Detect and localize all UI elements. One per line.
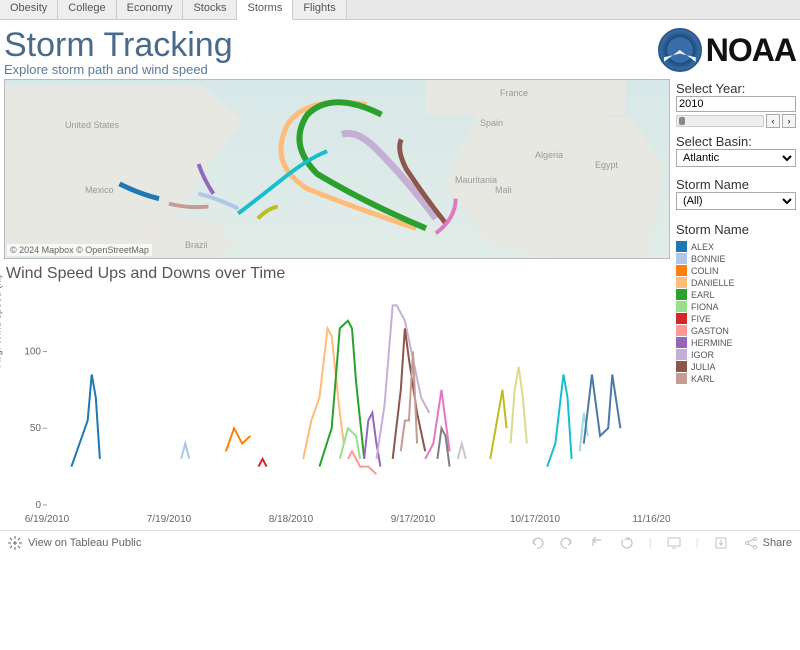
- controls-panel: Select Year: ‹ › Select Basin: Atlantic …: [676, 79, 796, 530]
- legend-label: DANIELLE: [691, 278, 735, 288]
- legend-item[interactable]: GASTON: [676, 325, 796, 336]
- wind-speed-chart[interactable]: Avg. Wind speed (kt) 0501006/19/20107/19…: [4, 285, 670, 530]
- header: Storm Tracking Explore storm path and wi…: [0, 20, 800, 79]
- svg-text:50: 50: [30, 423, 42, 434]
- page-subtitle: Explore storm path and wind speed: [4, 62, 233, 77]
- legend-item[interactable]: EARL: [676, 289, 796, 300]
- tab-storms[interactable]: Storms: [237, 0, 293, 20]
- year-label: Select Year:: [676, 81, 796, 96]
- tab-bar: ObesityCollegeEconomyStocksStormsFlights: [0, 0, 800, 20]
- share-button[interactable]: Share: [743, 536, 792, 550]
- legend-swatch: [676, 325, 687, 336]
- refresh-icon[interactable]: [619, 536, 635, 550]
- storm-map[interactable]: United States Mexico Brazil France Spain…: [4, 79, 670, 259]
- legend-swatch: [676, 301, 687, 312]
- legend-swatch: [676, 265, 687, 276]
- legend-label: ALEX: [691, 242, 714, 252]
- svg-text:100: 100: [24, 346, 41, 357]
- legend-swatch: [676, 361, 687, 372]
- legend-label: HERMINE: [691, 338, 733, 348]
- undo-icon[interactable]: [529, 536, 545, 550]
- tab-flights[interactable]: Flights: [293, 0, 346, 19]
- basin-label: Select Basin:: [676, 134, 796, 149]
- legend-label: EARL: [691, 290, 715, 300]
- map-attribution: © 2024 Mapbox © OpenStreetMap: [7, 244, 152, 256]
- legend-item[interactable]: KARL: [676, 373, 796, 384]
- legend-label: JULIA: [691, 362, 716, 372]
- legend-label: COLIN: [691, 266, 719, 276]
- year-slider[interactable]: [676, 115, 764, 127]
- legend-swatch: [676, 253, 687, 264]
- page-title: Storm Tracking: [4, 28, 233, 62]
- tab-stocks[interactable]: Stocks: [183, 0, 237, 19]
- legend-label: FIVE: [691, 314, 711, 324]
- year-prev-button[interactable]: ‹: [766, 114, 780, 128]
- tab-economy[interactable]: Economy: [117, 0, 184, 19]
- year-next-button[interactable]: ›: [782, 114, 796, 128]
- svg-text:9/17/2010: 9/17/2010: [391, 514, 436, 525]
- revert-icon[interactable]: [589, 536, 605, 550]
- legend-item[interactable]: FIVE: [676, 313, 796, 324]
- storm-name-select[interactable]: (All): [676, 192, 796, 210]
- noaa-logo: NOAA: [658, 28, 796, 72]
- y-axis-label: Avg. Wind speed (kt): [0, 274, 4, 367]
- svg-text:10/17/2010: 10/17/2010: [510, 514, 560, 525]
- legend-label: BONNIE: [691, 254, 726, 264]
- chart-title: Wind Speed Ups and Downs over Time: [6, 265, 670, 283]
- legend-item[interactable]: BONNIE: [676, 253, 796, 264]
- device-icon[interactable]: [666, 536, 682, 550]
- legend-item[interactable]: IGOR: [676, 349, 796, 360]
- legend-swatch: [676, 241, 687, 252]
- svg-text:0: 0: [35, 500, 41, 511]
- share-icon: [743, 536, 759, 550]
- basin-select[interactable]: Atlantic: [676, 149, 796, 167]
- legend-label: IGOR: [691, 350, 714, 360]
- tab-college[interactable]: College: [58, 0, 116, 19]
- legend-title: Storm Name: [676, 222, 796, 237]
- legend-label: KARL: [691, 374, 715, 384]
- legend-item[interactable]: ALEX: [676, 241, 796, 252]
- svg-text:11/16/2010: 11/16/2010: [632, 514, 670, 525]
- legend-item[interactable]: FIONA: [676, 301, 796, 312]
- legend-swatch: [676, 349, 687, 360]
- noaa-text: NOAA: [706, 32, 796, 69]
- legend-label: FIONA: [691, 302, 719, 312]
- legend-item[interactable]: DANIELLE: [676, 277, 796, 288]
- year-input[interactable]: [676, 96, 796, 112]
- legend-swatch: [676, 313, 687, 324]
- svg-text:6/19/2010: 6/19/2010: [25, 514, 70, 525]
- tableau-icon: [8, 536, 22, 550]
- footer: View on Tableau Public | | Share: [0, 530, 800, 554]
- download-icon[interactable]: [713, 536, 729, 550]
- legend-swatch: [676, 289, 687, 300]
- noaa-seal-icon: [658, 28, 702, 72]
- svg-text:8/18/2010: 8/18/2010: [269, 514, 314, 525]
- tab-obesity[interactable]: Obesity: [0, 0, 58, 19]
- redo-icon[interactable]: [559, 536, 575, 550]
- legend-label: GASTON: [691, 326, 729, 336]
- legend-swatch: [676, 337, 687, 348]
- view-on-tableau-button[interactable]: View on Tableau Public: [28, 537, 141, 549]
- svg-text:7/19/2010: 7/19/2010: [147, 514, 192, 525]
- legend-swatch: [676, 373, 687, 384]
- legend-item[interactable]: COLIN: [676, 265, 796, 276]
- legend-swatch: [676, 277, 687, 288]
- storm-name-label: Storm Name: [676, 177, 796, 192]
- legend-item[interactable]: JULIA: [676, 361, 796, 372]
- legend-item[interactable]: HERMINE: [676, 337, 796, 348]
- storm-legend: ALEX BONNIE COLIN DANIELLE EARL FIONA FIVE GAST…: [676, 241, 796, 384]
